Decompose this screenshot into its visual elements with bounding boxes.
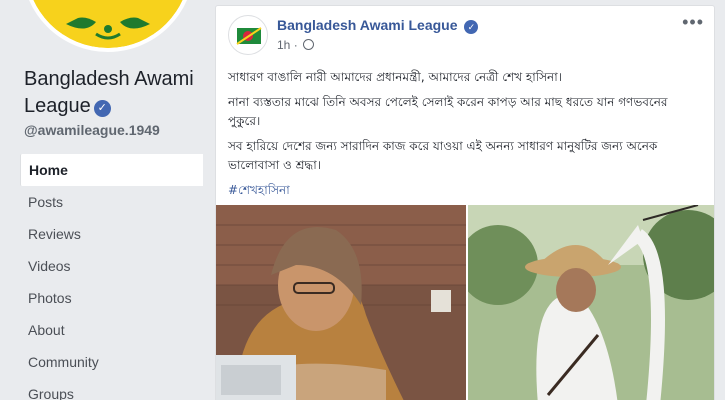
nav-item-posts[interactable]: Posts — [20, 186, 203, 218]
page-sidebar: Bangladesh Awami League ✓ @awamileague.19… — [0, 0, 210, 400]
post-hashtag[interactable]: #শেখহাসিনা — [228, 183, 290, 197]
post-author-text[interactable]: Bangladesh Awami League — [277, 17, 458, 33]
post-timestamp[interactable]: 1h — [277, 38, 290, 52]
logo-icon — [26, 0, 190, 48]
nav-item-groups[interactable]: Groups — [20, 378, 203, 400]
page-profile-picture[interactable] — [22, 0, 194, 52]
post-paragraph: সব হারিয়ে দেশের জন্য সারাদিন কাজ করে যা… — [228, 139, 658, 172]
post-author-avatar[interactable] — [228, 15, 268, 55]
verified-badge-icon: ✓ — [464, 20, 479, 34]
post-photo-fishing[interactable] — [468, 205, 714, 400]
nav-item-reviews[interactable]: Reviews — [20, 218, 203, 250]
post-meta: 1h · — [277, 38, 315, 52]
nav-item-home[interactable]: Home — [20, 154, 203, 186]
photo-sewing-image — [216, 205, 466, 400]
more-options-icon[interactable]: ••• — [682, 12, 704, 33]
logo-icon — [234, 24, 264, 48]
nav-item-videos[interactable]: Videos — [20, 250, 203, 282]
nav-item-community[interactable]: Community — [20, 346, 203, 378]
nav-item-photos[interactable]: Photos — [20, 282, 203, 314]
globe-icon — [303, 39, 315, 50]
page-title: Bangladesh Awami League ✓ — [24, 66, 204, 120]
post-body: সাধারণ বাঙালি নারী আমাদের প্রধানমন্ত্রী,… — [228, 68, 703, 206]
verified-badge-icon: ✓ — [93, 100, 111, 117]
post-author-name[interactable]: Bangladesh Awami League ✓ — [277, 17, 479, 34]
post-photo-sewing[interactable] — [216, 205, 466, 400]
nav-item-about[interactable]: About — [20, 314, 203, 346]
page-handle[interactable]: @awamileague.1949 — [24, 122, 160, 138]
post-paragraph: সাধারণ বাঙালি নারী আমাদের প্রধানমন্ত্রী,… — [228, 70, 562, 84]
page-nav: Home Posts Reviews Videos Photos About C… — [20, 154, 203, 400]
post-card: Bangladesh Awami League ✓ 1h · ••• সাধার… — [215, 5, 715, 400]
post-paragraph: নানা ব্যস্ততার মাঝে তিনি অবসর পেলেই সেলা… — [228, 95, 668, 128]
photo-fishing-image — [468, 205, 714, 400]
